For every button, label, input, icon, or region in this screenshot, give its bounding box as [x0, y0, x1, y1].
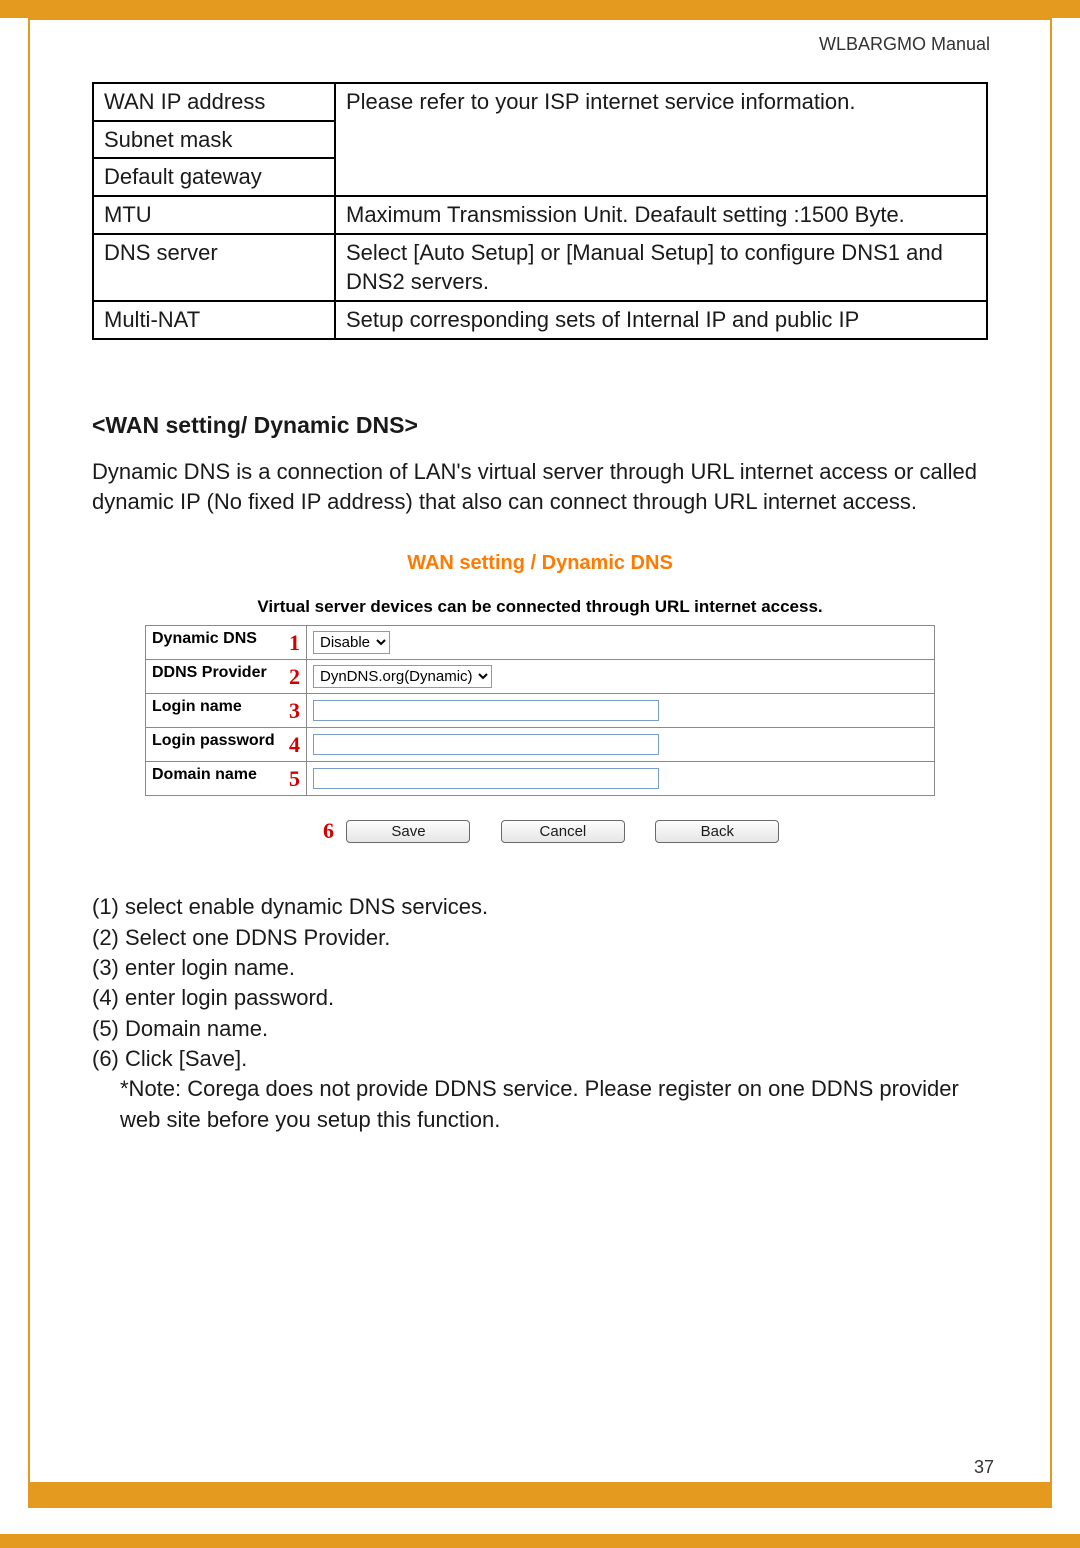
bottom-orange-bar	[0, 1534, 1080, 1548]
screenshot-subtitle: Virtual server devices can be connected …	[145, 597, 935, 617]
row-login-label: Login name 3	[146, 694, 307, 728]
step-6: (6) Click [Save].	[92, 1044, 988, 1074]
spec-subnet-label: Subnet mask	[93, 121, 335, 159]
step-3: (3) enter login name.	[92, 953, 988, 983]
spec-dns-label: DNS server	[93, 234, 335, 301]
button-row: 6 Save Cancel Back	[145, 818, 935, 844]
spec-gateway-label: Default gateway	[93, 158, 335, 196]
cancel-button[interactable]: Cancel	[501, 820, 625, 843]
spec-mtu-desc: Maximum Transmission Unit. Deafault sett…	[335, 196, 987, 234]
spec-mtu-label: MTU	[93, 196, 335, 234]
marker-1: 1	[289, 630, 300, 656]
marker-5: 5	[289, 766, 300, 792]
login-password-input[interactable]	[313, 734, 659, 755]
spec-isp-note: Please refer to your ISP internet servic…	[335, 83, 987, 196]
manual-title: WLBARGMO Manual	[819, 34, 990, 55]
ddns-provider-select[interactable]: DynDNS.org(Dynamic)	[313, 665, 492, 688]
step-5: (5) Domain name.	[92, 1014, 988, 1044]
row-ddns-label: Dynamic DNS 1	[146, 626, 307, 660]
marker-6: 6	[323, 818, 334, 843]
ddns-enable-select[interactable]: Disable	[313, 631, 390, 654]
spec-wan-ip-label: WAN IP address	[93, 83, 335, 121]
step-note: *Note: Corega does not provide DDNS serv…	[92, 1074, 988, 1135]
marker-3: 3	[289, 698, 300, 724]
row-password-label: Login password 4	[146, 728, 307, 762]
config-form-table: Dynamic DNS 1 Disable DDNS Provider 2 Dy…	[145, 625, 935, 796]
spec-dns-desc: Select [Auto Setup] or [Manual Setup] to…	[335, 234, 987, 301]
page-frame: WLBARGMO Manual WAN IP address Please re…	[28, 18, 1052, 1508]
domain-name-input[interactable]	[313, 768, 659, 789]
screenshot-title: WAN setting / Dynamic DNS	[145, 552, 935, 575]
page-number: 37	[974, 1457, 994, 1478]
back-button[interactable]: Back	[655, 820, 779, 843]
save-button[interactable]: Save	[346, 820, 470, 843]
marker-2: 2	[289, 664, 300, 690]
marker-4: 4	[289, 732, 300, 758]
spec-multinat-desc: Setup corresponding sets of Internal IP …	[335, 301, 987, 339]
config-screenshot: WAN setting / Dynamic DNS Virtual server…	[145, 552, 935, 844]
row-domain-label: Domain name 5	[146, 762, 307, 796]
top-orange-bar	[0, 0, 1080, 18]
intro-paragraph: Dynamic DNS is a connection of LAN's vir…	[92, 457, 988, 516]
step-2: (2) Select one DDNS Provider.	[92, 923, 988, 953]
section-heading: <WAN setting/ Dynamic DNS>	[92, 412, 988, 439]
spec-multinat-label: Multi-NAT	[93, 301, 335, 339]
step-1: (1) select enable dynamic DNS services.	[92, 892, 988, 922]
row-provider-label: DDNS Provider 2	[146, 660, 307, 694]
step-4: (4) enter login password.	[92, 983, 988, 1013]
spec-table: WAN IP address Please refer to your ISP …	[92, 82, 988, 340]
footer-orange-bar	[30, 1482, 1050, 1506]
login-name-input[interactable]	[313, 700, 659, 721]
steps-list: (1) select enable dynamic DNS services. …	[92, 892, 988, 1135]
